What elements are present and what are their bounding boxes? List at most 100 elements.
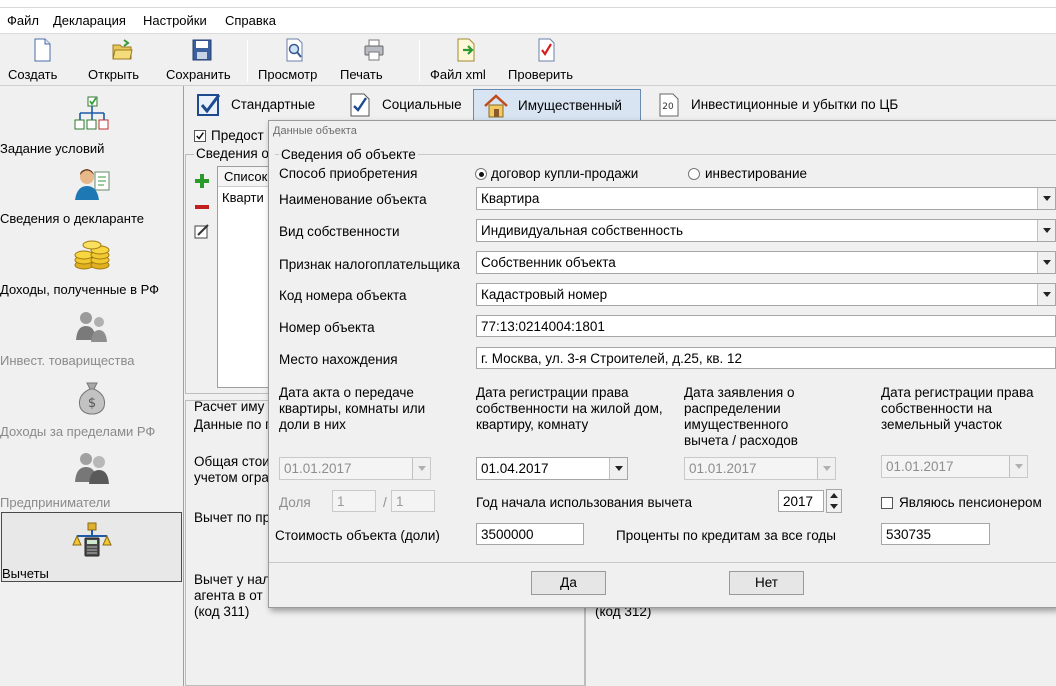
radio-investment[interactable] (688, 168, 700, 180)
taxpayer-sign-label: Признак налогоплательщика (279, 257, 460, 272)
code-311-label: (код 311) (194, 604, 250, 619)
transfer-act-date-label: Дата акта о передаче (279, 385, 414, 400)
list-item[interactable]: Кварти (218, 187, 272, 208)
loan-interest-input[interactable]: 530735 (881, 523, 990, 545)
partners-icon (76, 312, 107, 342)
year-spinner-arrows-icon[interactable] (826, 489, 842, 513)
create-button[interactable]: Создать (8, 36, 76, 84)
ownership-reg-date-picker[interactable]: 01.04.2017 (476, 457, 628, 480)
xml-file-button[interactable]: Файл xml (430, 36, 502, 84)
edit-icon[interactable] (193, 222, 211, 240)
share-denominator-input[interactable]: 1 (391, 490, 435, 512)
sidebar-item-entrepreneurs[interactable]: Предприниматели (0, 442, 184, 512)
ownership-type-select[interactable]: Индивидуальная собственность (476, 219, 1056, 242)
object-number-label: Номер объекта (279, 320, 375, 335)
menu-settings[interactable]: Настройки (143, 13, 207, 28)
social-document-icon (350, 93, 370, 117)
chevron-down-icon (412, 458, 430, 479)
ownership-reg-date-label-3: квартиру, комнату (476, 417, 589, 432)
scales-calculator-icon (71, 522, 112, 557)
land-reg-date-label-2: собственности на (881, 401, 993, 416)
provide-checkbox[interactable] (194, 130, 206, 142)
menu-file[interactable]: Файл (7, 13, 39, 28)
toolbar: Создать Открыть Сохранить Просмотр Печат… (0, 34, 1056, 86)
tab-property[interactable]: Имущественный (473, 89, 641, 121)
object-name-label: Наименование объекта (279, 192, 427, 207)
deduction-label: Вычет по пр (194, 510, 271, 525)
open-button[interactable]: Открыть (88, 36, 156, 84)
share-label: Доля (279, 495, 311, 510)
checkmark-icon (196, 132, 204, 140)
object-info-group-label: Сведения об объекте (279, 147, 418, 162)
yes-button[interactable]: Да (531, 571, 606, 595)
chevron-down-icon (1037, 188, 1055, 209)
application-date-label-3: имущественного (684, 417, 789, 432)
location-input[interactable]: г. Москва, ул. 3-я Строителей, д.25, кв.… (476, 347, 1056, 369)
svg-text:20: 20 (662, 102, 674, 112)
object-name-select[interactable]: Квартира (476, 187, 1056, 210)
person-icon (75, 169, 110, 200)
window-title-strip (0, 0, 1056, 8)
tab-social[interactable]: Социальные (338, 89, 468, 121)
sidebar-item-invest-partnerships[interactable]: Инвест. товарищества (0, 300, 184, 370)
transfer-act-date-label-2: квартиры, комнаты или (279, 401, 426, 416)
radio-purchase-contract[interactable] (475, 168, 487, 180)
standard-check-icon (197, 94, 221, 116)
object-cost-input[interactable]: 3500000 (476, 523, 584, 545)
menu-help[interactable]: Справка (225, 13, 276, 28)
total-cost-label-2: учетом огра (194, 470, 269, 485)
objects-group-label: Сведения о (194, 146, 271, 161)
sidebar-item-deductions[interactable]: Вычеты (1, 512, 182, 582)
conditions-tree-icon (74, 96, 109, 130)
taxpayer-sign-select[interactable]: Собственник объекта (476, 251, 1056, 274)
preview-icon (286, 38, 303, 62)
application-date-picker[interactable]: 01.01.2017 (684, 457, 836, 480)
tab-investment-losses[interactable]: 20 Инвестиционные и убытки по ЦБ (647, 89, 927, 121)
share-numerator-input[interactable]: 1 (332, 490, 376, 512)
xml-export-icon (457, 38, 475, 62)
svg-text:$: $ (88, 396, 96, 411)
list-header: Список (218, 167, 272, 187)
money-bag-icon: $ (79, 382, 105, 415)
no-button[interactable]: Нет (729, 571, 804, 595)
house-icon (484, 94, 508, 118)
sidebar-item-declarant[interactable]: Сведения о декларанте (0, 158, 184, 228)
check-button[interactable]: Проверить (508, 36, 584, 84)
transfer-act-date-picker[interactable]: 01.01.2017 (279, 457, 431, 480)
deduction-start-year-spinner[interactable]: 2017 (778, 490, 824, 512)
save-button[interactable]: Сохранить (166, 36, 238, 84)
sidebar-item-income-abroad[interactable]: $ Доходы за пределами РФ (0, 371, 184, 441)
sidebar-item-income-rf[interactable]: Доходы, полученные в РФ (0, 229, 184, 299)
dialog-title: Данные объекта (273, 125, 357, 137)
add-icon[interactable] (193, 172, 211, 190)
remove-icon[interactable] (193, 198, 211, 216)
object-code-select[interactable]: Кадастровый номер (476, 283, 1056, 306)
transfer-act-date-label-3: доли в них (279, 417, 346, 432)
chevron-down-icon (817, 458, 835, 479)
preview-button[interactable]: Просмотр (258, 36, 330, 84)
menu-bar: Файл Декларация Настройки Справка (0, 8, 1056, 34)
pensioner-checkbox[interactable] (881, 497, 893, 509)
ownership-reg-date-label: Дата регистрации права (476, 385, 629, 400)
pensioner-label: Являюсь пенсионером (899, 495, 1042, 510)
objects-list[interactable]: Список Кварти (217, 166, 273, 388)
tab-standard[interactable]: Стандартные (187, 89, 333, 121)
land-reg-date-picker[interactable]: 01.01.2017 (881, 455, 1028, 478)
sidebar: Задание условий Сведения о декларанте До… (0, 86, 184, 686)
sidebar-item-conditions[interactable]: Задание условий (0, 88, 184, 158)
acquisition-label: Способ приобретения (279, 166, 418, 181)
print-button[interactable]: Печать (340, 36, 408, 84)
application-date-label: Дата заявления о (684, 385, 795, 400)
check-document-icon (538, 38, 555, 62)
agent-deduction-label: Вычет у нал (194, 572, 271, 587)
loan-interest-label: Проценты по кредитам за все годы (616, 528, 836, 543)
menu-declaration[interactable]: Декларация (53, 13, 126, 28)
chevron-down-icon (1037, 220, 1055, 241)
deduction-start-year-label: Год начала использования вычета (476, 495, 692, 510)
object-number-input[interactable]: 77:13:0214004:1801 (476, 315, 1056, 337)
ownership-type-label: Вид собственности (279, 224, 400, 239)
object-code-label: Код номера объекта (279, 288, 407, 303)
share-slash: / (383, 495, 387, 510)
coins-icon (74, 240, 110, 270)
printer-icon (364, 39, 384, 61)
